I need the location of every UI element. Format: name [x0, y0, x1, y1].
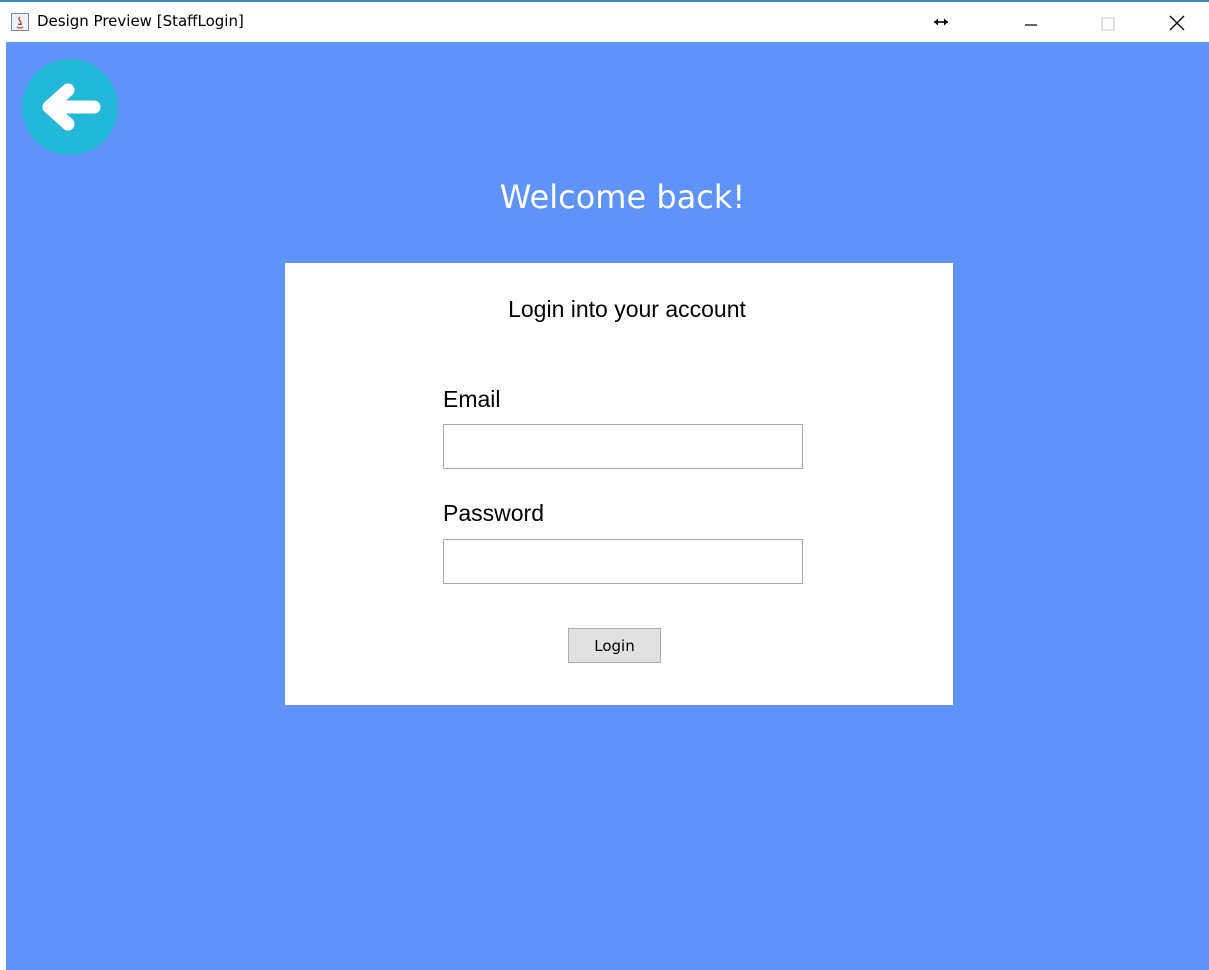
card-heading: Login into your account — [508, 296, 746, 322]
java-app-icon — [11, 13, 29, 31]
close-button[interactable] — [1154, 4, 1200, 42]
password-field[interactable] — [443, 539, 803, 584]
arrow-left-icon — [42, 83, 101, 131]
back-button[interactable] — [22, 59, 118, 155]
title-bar[interactable]: Design Preview [StaffLogin] — [0, 2, 1209, 42]
email-label: Email — [443, 386, 501, 412]
login-screen: Welcome back! Login into your account Em… — [6, 42, 1209, 970]
minimize-button[interactable] — [1008, 4, 1054, 42]
resize-icon — [930, 12, 952, 32]
window-title: Design Preview [StaffLogin] — [37, 12, 244, 30]
welcome-heading: Welcome back! — [499, 178, 746, 216]
email-field[interactable] — [443, 424, 803, 469]
password-label: Password — [443, 500, 544, 526]
login-card: Login into your account Email Password L… — [285, 263, 953, 705]
app-window: Design Preview [StaffLogin] Welcome back… — [0, 0, 1209, 970]
login-button[interactable]: Login — [568, 628, 661, 663]
maximize-button[interactable] — [1085, 4, 1131, 42]
